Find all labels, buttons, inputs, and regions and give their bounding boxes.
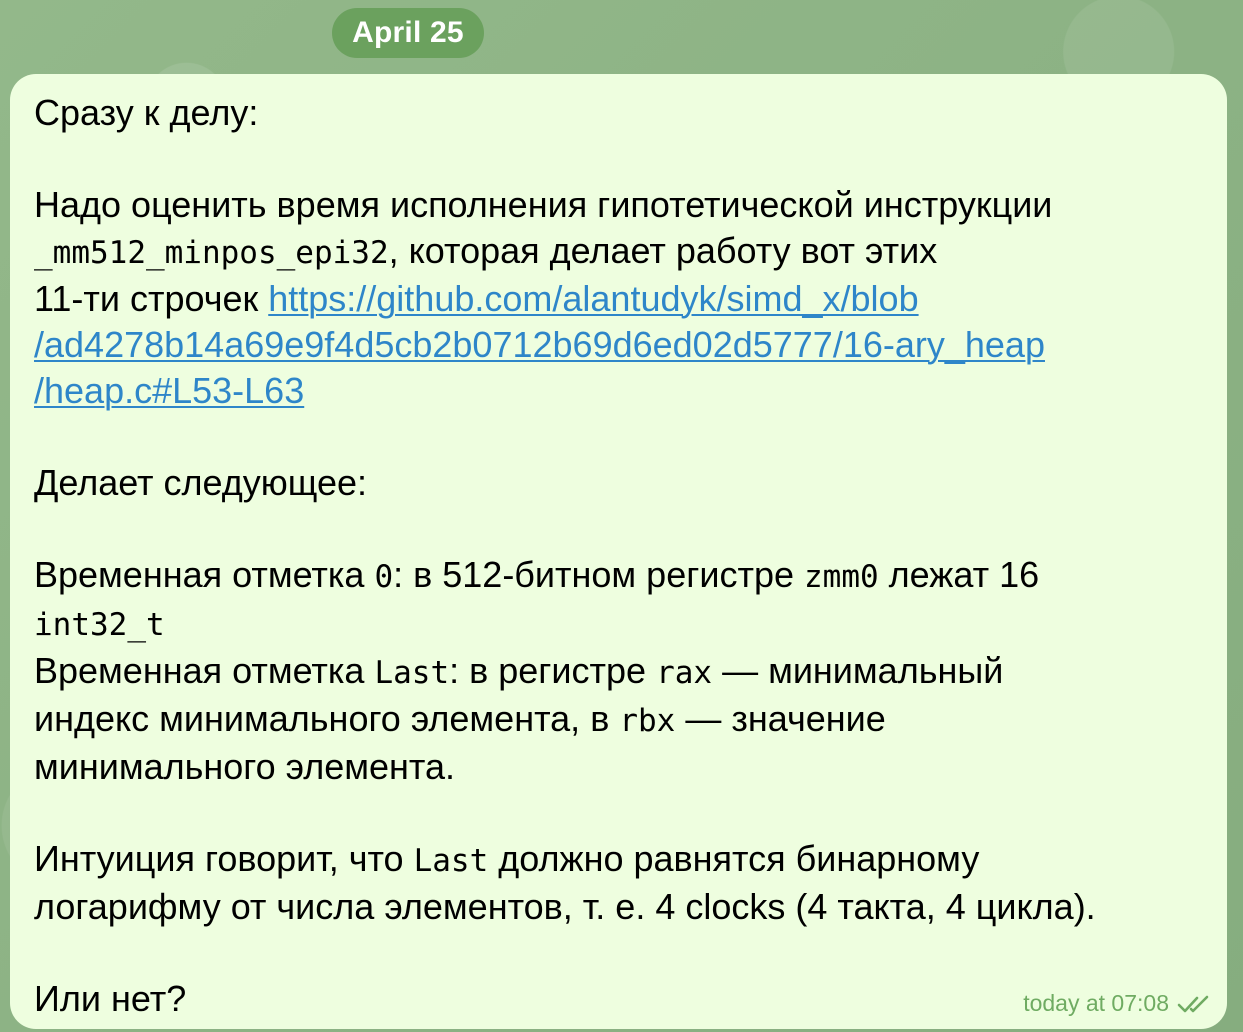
message-paragraph-4: Интуиция говорит, что Last должно равнят… bbox=[34, 838, 1096, 927]
message-text: Сразу к делу: Надо оценить время исполне… bbox=[34, 90, 1203, 1022]
message-paragraph-1: Надо оценить время исполнения гипотетиче… bbox=[34, 182, 1203, 414]
inline-code: rbx bbox=[619, 703, 676, 739]
inline-code: rax bbox=[656, 655, 713, 691]
text-span: 11-ти строчек bbox=[34, 278, 269, 319]
inline-code: 0 bbox=[374, 559, 394, 595]
date-separator: April 25 bbox=[332, 8, 484, 58]
inline-code: int32_t bbox=[34, 607, 165, 643]
text-span: Надо оценить время исполнения гипотетиче… bbox=[34, 184, 1053, 225]
message-paragraph-3: Временная отметка 0: в 512-битном регист… bbox=[34, 554, 1040, 787]
inline-code: _mm512_minpos_epi32 bbox=[34, 235, 389, 271]
message-intro: Сразу к делу: bbox=[34, 92, 259, 133]
inline-code: Last bbox=[374, 655, 450, 691]
double-check-icon bbox=[1177, 995, 1209, 1012]
message-timestamp: today at 07:08 bbox=[1023, 990, 1169, 1016]
message-paragraph-2: Делает следующее: bbox=[34, 462, 368, 503]
inline-code: Last bbox=[413, 843, 489, 879]
message-meta: today at 07:08 bbox=[1023, 990, 1213, 1017]
text-span: , которая делает работу вот этих bbox=[388, 230, 938, 271]
inline-code: zmm0 bbox=[804, 559, 879, 595]
message-bubble[interactable]: Сразу к делу: Надо оценить время исполне… bbox=[10, 74, 1227, 1029]
